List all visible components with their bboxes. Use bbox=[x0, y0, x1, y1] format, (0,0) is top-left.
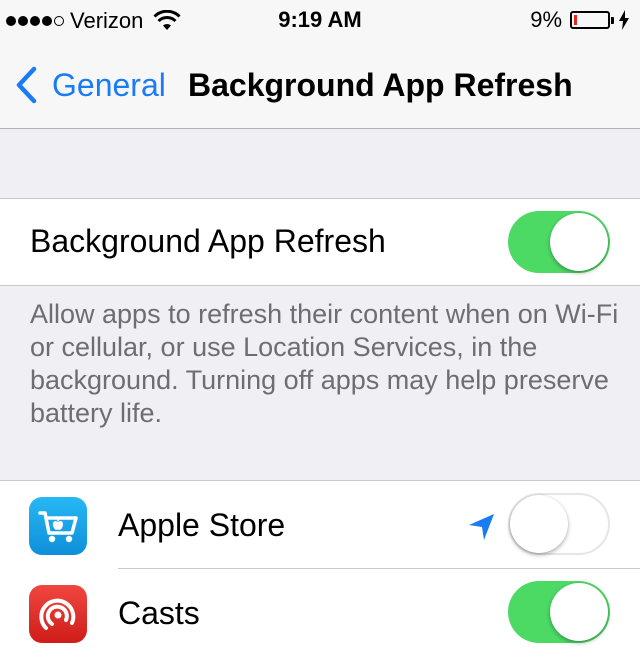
apple-store-refresh-toggle[interactable] bbox=[508, 493, 610, 555]
toggle-knob bbox=[550, 583, 608, 641]
battery-percent: 9% bbox=[530, 7, 562, 32]
battery-nub bbox=[611, 16, 614, 24]
background-refresh-toggle[interactable] bbox=[508, 211, 610, 273]
podcast-broadcast-icon bbox=[39, 598, 76, 630]
location-arrow-icon bbox=[469, 514, 494, 540]
chevron-left-icon bbox=[16, 66, 37, 104]
section-footer-description: Allow apps to refresh their content when… bbox=[30, 299, 619, 428]
status-right: 9% bbox=[530, 7, 630, 33]
casts-app-icon bbox=[29, 585, 87, 643]
background-refresh-cell: Background App Refresh bbox=[0, 198, 640, 286]
navigation-bar: General Background App Refresh bbox=[0, 40, 640, 129]
shopping-cart-icon bbox=[38, 511, 78, 543]
charging-bolt-icon bbox=[619, 10, 629, 30]
apps-list: Apple Store Casts bbox=[0, 480, 640, 666]
apple-store-app-icon bbox=[29, 497, 87, 555]
background-refresh-label: Background App Refresh bbox=[30, 223, 386, 259]
page-title: Background App Refresh bbox=[188, 67, 573, 103]
battery-level-fill bbox=[574, 15, 577, 25]
back-button-label: General bbox=[52, 66, 166, 103]
app-name-label: Apple Store bbox=[118, 507, 286, 543]
list-item-apple-store: Apple Store bbox=[0, 481, 640, 569]
app-name-label: Casts bbox=[118, 595, 200, 631]
casts-refresh-toggle[interactable] bbox=[508, 581, 610, 643]
toggle-knob bbox=[510, 495, 568, 553]
battery-icon bbox=[570, 11, 610, 29]
toggle-knob bbox=[550, 213, 608, 271]
back-button[interactable]: General bbox=[14, 66, 166, 104]
list-item-casts: Casts bbox=[0, 569, 640, 656]
status-bar: Verizon 9:19 AM 9% bbox=[0, 0, 640, 40]
